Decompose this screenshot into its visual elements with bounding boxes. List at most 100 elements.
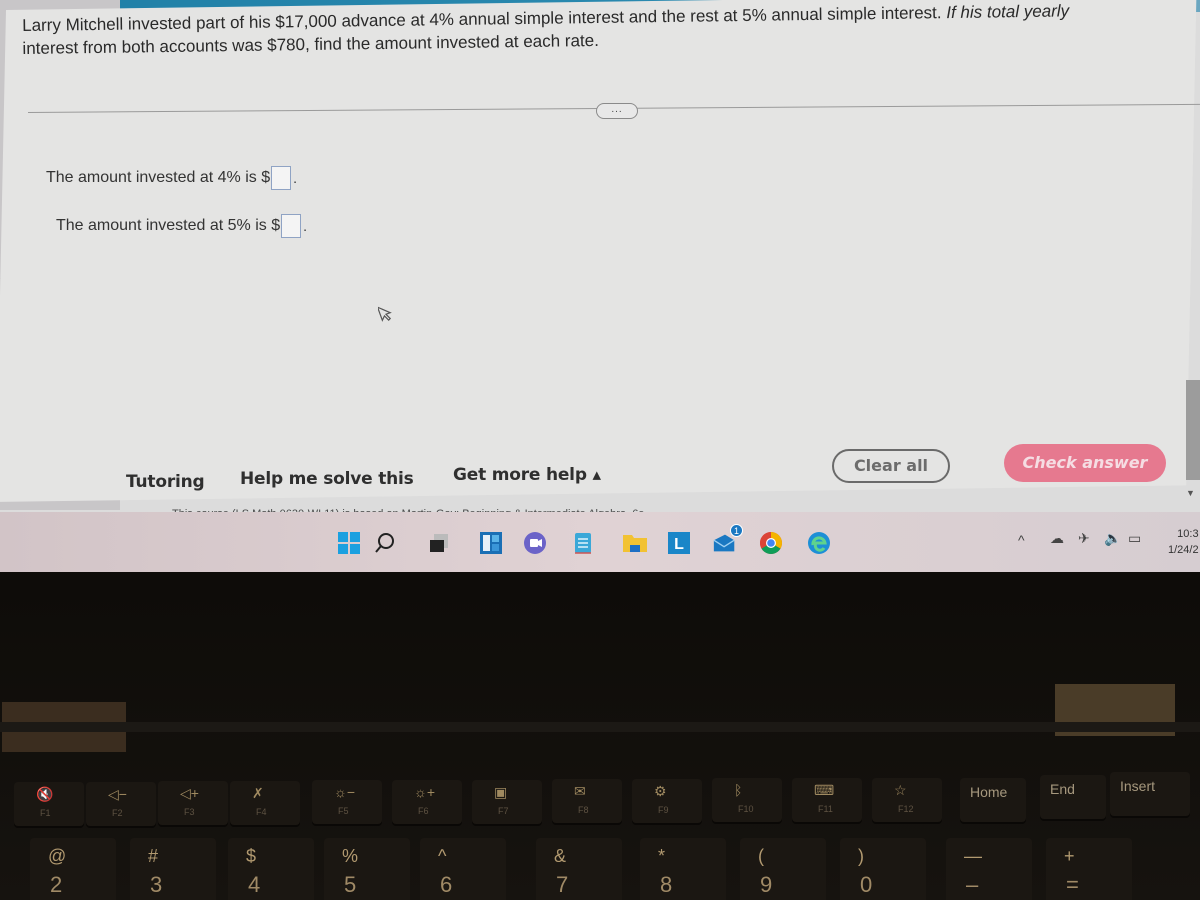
function-key-f4[interactable]: ✗ F4 [230, 780, 300, 825]
number-key-7[interactable]: & 7 [536, 838, 622, 900]
function-key-glyph-icon: ⌨ [814, 782, 835, 798]
key-label: Insert [1120, 778, 1156, 794]
function-key-label: F10 [738, 804, 754, 815]
key-shift-symbol: @ [48, 846, 67, 866]
function-key-label: F2 [112, 807, 123, 818]
svg-text:L: L [674, 536, 684, 553]
key-shift-symbol: $ [246, 846, 257, 866]
number-key-2[interactable]: @2 [30, 838, 116, 900]
function-key-f12[interactable]: ☆ F12 [872, 777, 942, 822]
key-shift-symbol: ) [858, 846, 864, 866]
mail-badge: 1 [730, 524, 743, 537]
answer-suffix: . [293, 170, 298, 186]
function-key-label: F12 [898, 803, 914, 814]
key-digit: 3 [150, 872, 163, 897]
answer-input-5-percent[interactable] [281, 214, 302, 238]
answer-input-4-percent[interactable] [271, 166, 292, 190]
question-text-part1: Larry Mitchell invested part of his $17,… [22, 3, 942, 35]
help-me-solve-this-link[interactable]: Help me solve this [240, 469, 414, 489]
expand-more-button[interactable]: ... [596, 103, 638, 119]
key-insert[interactable]: Insert [1110, 772, 1190, 816]
laptop-hinge [0, 722, 1200, 732]
key-end[interactable]: End [1040, 775, 1106, 819]
key-digit: = [1066, 872, 1079, 897]
function-key-label: F3 [184, 807, 195, 818]
file-explorer-icon[interactable] [622, 530, 648, 556]
task-view-icon[interactable] [426, 530, 452, 556]
number-key-–[interactable]: — – [946, 838, 1032, 900]
function-key-f2[interactable]: ◁− F2 [86, 781, 156, 826]
function-key-f8[interactable]: ✉ F8 [552, 779, 622, 824]
number-key-8[interactable]: * 8 [640, 838, 726, 900]
notepad-icon[interactable] [570, 530, 596, 556]
number-key-3[interactable]: #3 [130, 838, 216, 900]
key-digit: 4 [248, 872, 261, 897]
number-key-6[interactable]: ^ 6 [420, 838, 506, 900]
number-key-5[interactable]: % 5 [324, 838, 410, 900]
key-label: End [1050, 781, 1075, 797]
number-key-9[interactable]: (9 [740, 838, 826, 900]
key-shift-symbol: % [342, 846, 359, 866]
function-key-f6[interactable]: ☼+ F6 [392, 780, 462, 824]
key-digit: 5 [344, 872, 357, 897]
teams-chat-icon[interactable] [522, 530, 548, 556]
key-digit: 9 [760, 872, 773, 897]
question-text-part2: If his total yearly [946, 1, 1070, 23]
scrollbar[interactable] [1186, 380, 1200, 480]
get-more-help-dropdown[interactable]: Get more help ▴ [453, 465, 601, 485]
question-panel: Larry Mitchell invested part of his $17,… [0, 0, 1200, 510]
answer-row-4-percent: The amount invested at 4% is $ . [46, 166, 297, 190]
windows-start-icon[interactable] [336, 530, 362, 556]
number-key-0[interactable]: ) 0 [840, 838, 926, 900]
clear-all-button[interactable]: Clear all [832, 449, 950, 483]
function-key-f3[interactable]: ◁+ F3 [158, 781, 228, 826]
function-key-glyph-icon: ▣ [494, 783, 508, 800]
function-key-label: F5 [338, 806, 349, 817]
lexia-app-icon[interactable]: L [666, 530, 692, 556]
tray-overflow-chevron-icon[interactable]: ^ [1018, 532, 1025, 548]
onedrive-cloud-icon[interactable]: ☁ [1050, 530, 1064, 547]
key-label: Home [970, 784, 1008, 800]
battery-icon[interactable]: ▭ [1128, 530, 1141, 547]
key-digit: 2 [50, 872, 63, 897]
photo-of-laptop: s s orary ess > ptions Larry Mitchell in… [0, 0, 1200, 900]
number-key-=[interactable]: + = [1046, 838, 1132, 900]
function-key-f7[interactable]: ▣ F7 [472, 779, 542, 824]
answer-suffix: . [303, 218, 308, 234]
key-shift-symbol: # [148, 846, 159, 866]
chrome-icon[interactable] [758, 530, 784, 556]
taskbar-clock[interactable]: 10:3 1/24/2 [1168, 526, 1199, 558]
function-key-f1[interactable]: 🔇 F1 [14, 782, 84, 826]
volume-icon[interactable]: 🔈 [1104, 530, 1121, 547]
tutoring-link[interactable]: Tutoring [126, 472, 205, 492]
edge-browser-icon[interactable] [806, 530, 832, 556]
answer-row-5-percent: The amount invested at 5% is $ . [56, 214, 307, 238]
check-answer-button[interactable]: Check answer [1004, 444, 1166, 482]
question-text: Larry Mitchell invested part of his $17,… [22, 0, 1183, 60]
function-key-label: F9 [658, 804, 669, 815]
key-shift-symbol: ( [758, 846, 764, 866]
function-key-f11[interactable]: ⌨ F11 [792, 778, 862, 822]
airplane-mode-icon[interactable]: ✈ [1078, 530, 1090, 547]
function-key-f10[interactable]: ᛒ F10 [712, 778, 782, 823]
answer-label-4-percent: The amount invested at 4% is $ [46, 169, 271, 186]
function-key-f9[interactable]: ⚙ F9 [632, 778, 702, 823]
function-key-label: F11 [818, 804, 833, 814]
search-icon[interactable] [372, 530, 398, 556]
key-digit: 0 [860, 872, 873, 897]
mail-icon[interactable]: 1 [712, 524, 743, 556]
function-key-glyph-icon: ◁+ [180, 785, 199, 802]
key-digit: 6 [440, 872, 453, 897]
function-key-label: F4 [256, 806, 267, 817]
widgets-icon[interactable] [478, 530, 504, 556]
key-shift-symbol: * [658, 846, 666, 866]
windows-taskbar: L 1 ^ ☁ ✈ 🔈 ▭ 10:3 1/24/2 [0, 512, 1200, 572]
key-shift-symbol: — [964, 846, 982, 866]
key-shift-symbol: & [554, 846, 567, 866]
question-text-part3: interest from both accounts was $780, fi… [22, 30, 600, 58]
key-digit: 8 [660, 872, 673, 897]
key-home[interactable]: Home [960, 778, 1026, 822]
function-key-f5[interactable]: ☼− F5 [312, 780, 382, 825]
number-key-4[interactable]: $4 [228, 838, 314, 900]
scroll-down-arrow-icon[interactable]: ▼ [1186, 488, 1195, 498]
